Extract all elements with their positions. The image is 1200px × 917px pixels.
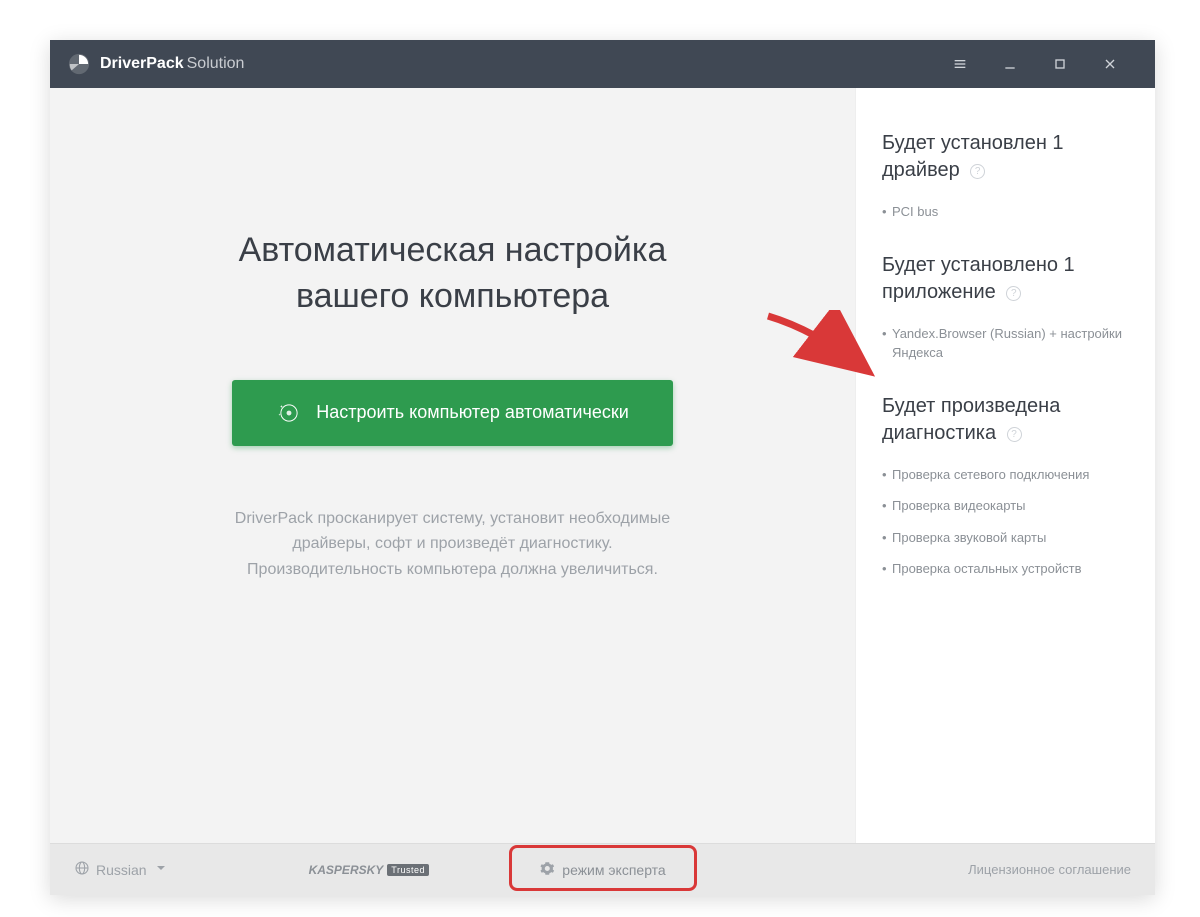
app-window: DriverPackSolution Автоматическая настро… — [50, 40, 1155, 895]
expert-mode-button[interactable]: режим эксперта — [523, 853, 681, 887]
list-item: Проверка остальных устройств — [882, 559, 1129, 579]
page-headline: Автоматическая настройка вашего компьюте… — [239, 228, 667, 320]
list-item: Проверка сетевого подключения — [882, 465, 1129, 485]
chevron-down-icon — [153, 860, 169, 879]
minimize-button[interactable] — [985, 40, 1035, 88]
trusted-badge: Trusted — [387, 864, 429, 876]
maximize-button[interactable] — [1035, 40, 1085, 88]
apps-title: Будет установлено 1 приложение — [882, 254, 1075, 303]
diag-title: Будет произведена диагностика — [882, 395, 1060, 444]
license-link[interactable]: Лицензионное соглашение — [968, 862, 1131, 877]
close-button[interactable] — [1085, 40, 1135, 88]
help-icon[interactable]: ? — [970, 164, 985, 179]
content: Автоматическая настройка вашего компьюте… — [50, 88, 1155, 843]
language-label: Russian — [96, 862, 147, 878]
gear-icon — [539, 861, 554, 879]
brand-light: Solution — [187, 55, 245, 72]
main-area: Автоматическая настройка вашего компьюте… — [50, 88, 855, 843]
sub-line-2: драйверы, софт и произведёт диагностику. — [292, 535, 612, 552]
cta-label: Настроить компьютер автоматически — [316, 402, 629, 423]
menu-button[interactable] — [935, 40, 985, 88]
expert-mode-label: режим эксперта — [562, 862, 665, 878]
sidebar: Будет установлен 1 драйвер ? PCI bus Буд… — [855, 88, 1155, 843]
list-item: Проверка звуковой карты — [882, 528, 1129, 548]
headline-line-2: вашего компьютера — [296, 277, 609, 315]
sub-line-1: DriverPack просканирует систему, установ… — [235, 510, 670, 527]
list-item: PCI bus — [882, 202, 1129, 222]
language-selector[interactable]: Russian — [74, 860, 169, 879]
diag-list: Проверка сетевого подключения Проверка в… — [882, 465, 1129, 579]
driverpack-logo-icon — [68, 53, 90, 75]
help-icon[interactable]: ? — [1007, 427, 1022, 442]
brand-bold: DriverPack — [100, 55, 184, 72]
configure-auto-button[interactable]: Настроить компьютер автоматически — [232, 380, 673, 446]
titlebar: DriverPackSolution — [50, 40, 1155, 88]
sidebar-section-drivers: Будет установлен 1 драйвер ? PCI bus — [882, 130, 1129, 222]
globe-icon — [74, 860, 90, 879]
sidebar-section-diagnostics: Будет произведена диагностика ? Проверка… — [882, 393, 1129, 579]
list-item: Yandex.Browser (Russian) + настройки Янд… — [882, 324, 1129, 363]
help-icon[interactable]: ? — [1006, 286, 1021, 301]
footer: Russian KASPERSKY Trusted режим эксперта… — [50, 843, 1155, 895]
description-text: DriverPack просканирует систему, установ… — [235, 506, 670, 583]
license-label: Лицензионное соглашение — [968, 862, 1131, 877]
drivers-list: PCI bus — [882, 202, 1129, 222]
app-title: DriverPackSolution — [100, 55, 244, 73]
sub-line-3: Производительность компьютера должна уве… — [247, 561, 658, 578]
kaspersky-badge: KASPERSKY Trusted — [309, 863, 429, 877]
list-item: Проверка видеокарты — [882, 496, 1129, 516]
sidebar-section-apps: Будет установлено 1 приложение ? Yandex.… — [882, 252, 1129, 363]
headline-line-1: Автоматическая настройка — [239, 231, 667, 269]
sparkle-disc-icon — [276, 400, 302, 426]
apps-list: Yandex.Browser (Russian) + настройки Янд… — [882, 324, 1129, 363]
kaspersky-label: KASPERSKY — [309, 863, 384, 877]
